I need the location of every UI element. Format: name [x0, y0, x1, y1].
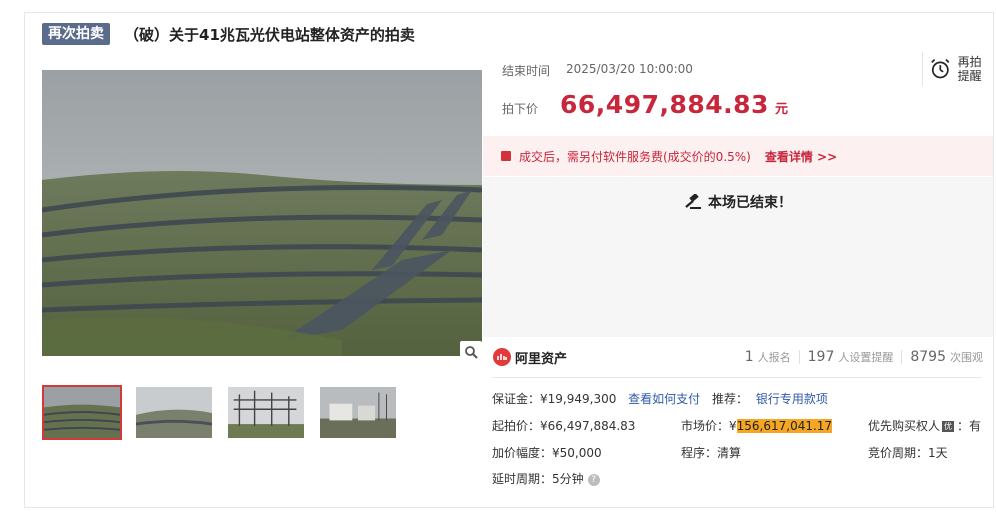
aliasset-logo-icon: [493, 348, 511, 366]
thumbnail-3[interactable]: [226, 385, 306, 440]
service-fee-notice: 成交后，需另付软件服务费(成交价的0.5%) 查看详情 >>: [483, 136, 993, 176]
thumbnail-image: [320, 387, 396, 438]
brand-stats-row: 阿里资产 1 人报名 197 人设置提醒 8795 次围观: [483, 337, 993, 377]
procedure: 程序：清算: [681, 446, 742, 460]
help-icon[interactable]: ?: [587, 473, 600, 486]
zoom-icon: [465, 346, 478, 359]
price-row: 拍下价 66,497,884.83 元: [502, 90, 788, 119]
zoom-button[interactable]: [460, 341, 482, 363]
stat-divider: [901, 350, 903, 364]
delay-row: 延时周期：5分钟?: [492, 470, 600, 487]
bidding-cycle: 竞价周期：1天: [868, 446, 948, 460]
end-time-value: 2025/03/20 10:00:00: [566, 62, 693, 76]
gavel-icon: [685, 194, 701, 209]
bank-account-link[interactable]: 银行专用款项: [756, 392, 828, 406]
solar-farm-photo: [42, 70, 482, 356]
view-label: 次围观: [950, 351, 983, 364]
thumbnail-4[interactable]: [318, 385, 398, 440]
view-details-link[interactable]: 查看详情 >>: [765, 148, 837, 165]
end-time-label: 结束时间: [502, 64, 551, 78]
priority-buyer-row: 优先购买权人优：有: [868, 417, 981, 434]
priority-value: ：有: [957, 419, 982, 433]
start-price: 起拍价：¥66,497,884.83: [492, 419, 636, 433]
thumbnail-image: [44, 387, 120, 438]
price-unit: 元: [774, 102, 788, 117]
thumbnail-strip: [42, 385, 398, 440]
main-photo[interactable]: [42, 70, 482, 356]
priority-tag: 优: [942, 421, 955, 432]
deposit-value: 保证金：¥19,949,300: [492, 392, 617, 406]
auction-ended-text: 本场已结束！: [708, 195, 792, 211]
market-price-label: 市场价：¥: [681, 419, 737, 433]
thumbnail-1[interactable]: [42, 385, 122, 440]
page-title: （破）关于41兆瓦光伏电站整体资产的拍卖: [124, 25, 415, 44]
brand[interactable]: 阿里资产: [493, 348, 567, 367]
auction-stats: 1 人报名 197 人设置提醒 8795 次围观: [737, 349, 983, 365]
reminder-count: 197: [807, 349, 835, 365]
how-to-pay-link[interactable]: 查看如何支付: [628, 392, 700, 406]
final-price: 66,497,884.83: [560, 90, 769, 119]
market-price-value: 156,617,041.17: [736, 419, 833, 433]
view-count: 8795: [910, 349, 946, 365]
stat-divider: [798, 350, 800, 364]
notice-text: 成交后，需另付软件服务费(成交价的0.5%): [519, 149, 751, 164]
price-label: 拍下价: [502, 102, 539, 116]
thumbnail-image: [228, 387, 304, 438]
deposit-row: 保证金：¥19,949,300 查看如何支付 推荐： 银行专用款项: [492, 390, 828, 407]
thumbnail-2[interactable]: [134, 385, 214, 440]
brand-name: 阿里资产: [515, 351, 568, 367]
alarm-clock-icon: [931, 58, 950, 79]
auction-status-panel: 本场已结束！: [483, 177, 993, 337]
priority-label: 优先购买权人: [868, 419, 941, 433]
signup-count: 1: [744, 349, 754, 365]
market-price-row: 市场价：¥156,617,041.17: [681, 417, 833, 434]
increment: 加价幅度：¥50,000: [492, 446, 602, 460]
title-row: 再次拍卖 （破）关于41兆瓦光伏电站整体资产的拍卖: [42, 22, 415, 46]
end-time-row: 结束时间 2025/03/20 10:00:00: [502, 62, 693, 79]
thumbnail-image: [136, 387, 212, 438]
recommend-label: 推荐：: [712, 392, 749, 406]
reauction-remind-button[interactable]: 再拍提醒: [922, 52, 984, 86]
reminder-label: 人设置提醒: [838, 351, 894, 364]
remind-label: 再拍提醒: [957, 55, 982, 83]
reauction-tag: 再次拍卖: [42, 23, 110, 45]
delay-period: 延时周期：5分钟: [492, 472, 584, 486]
gift-icon: [501, 151, 511, 161]
signup-label: 人报名: [757, 351, 791, 364]
section-divider: [492, 377, 982, 378]
